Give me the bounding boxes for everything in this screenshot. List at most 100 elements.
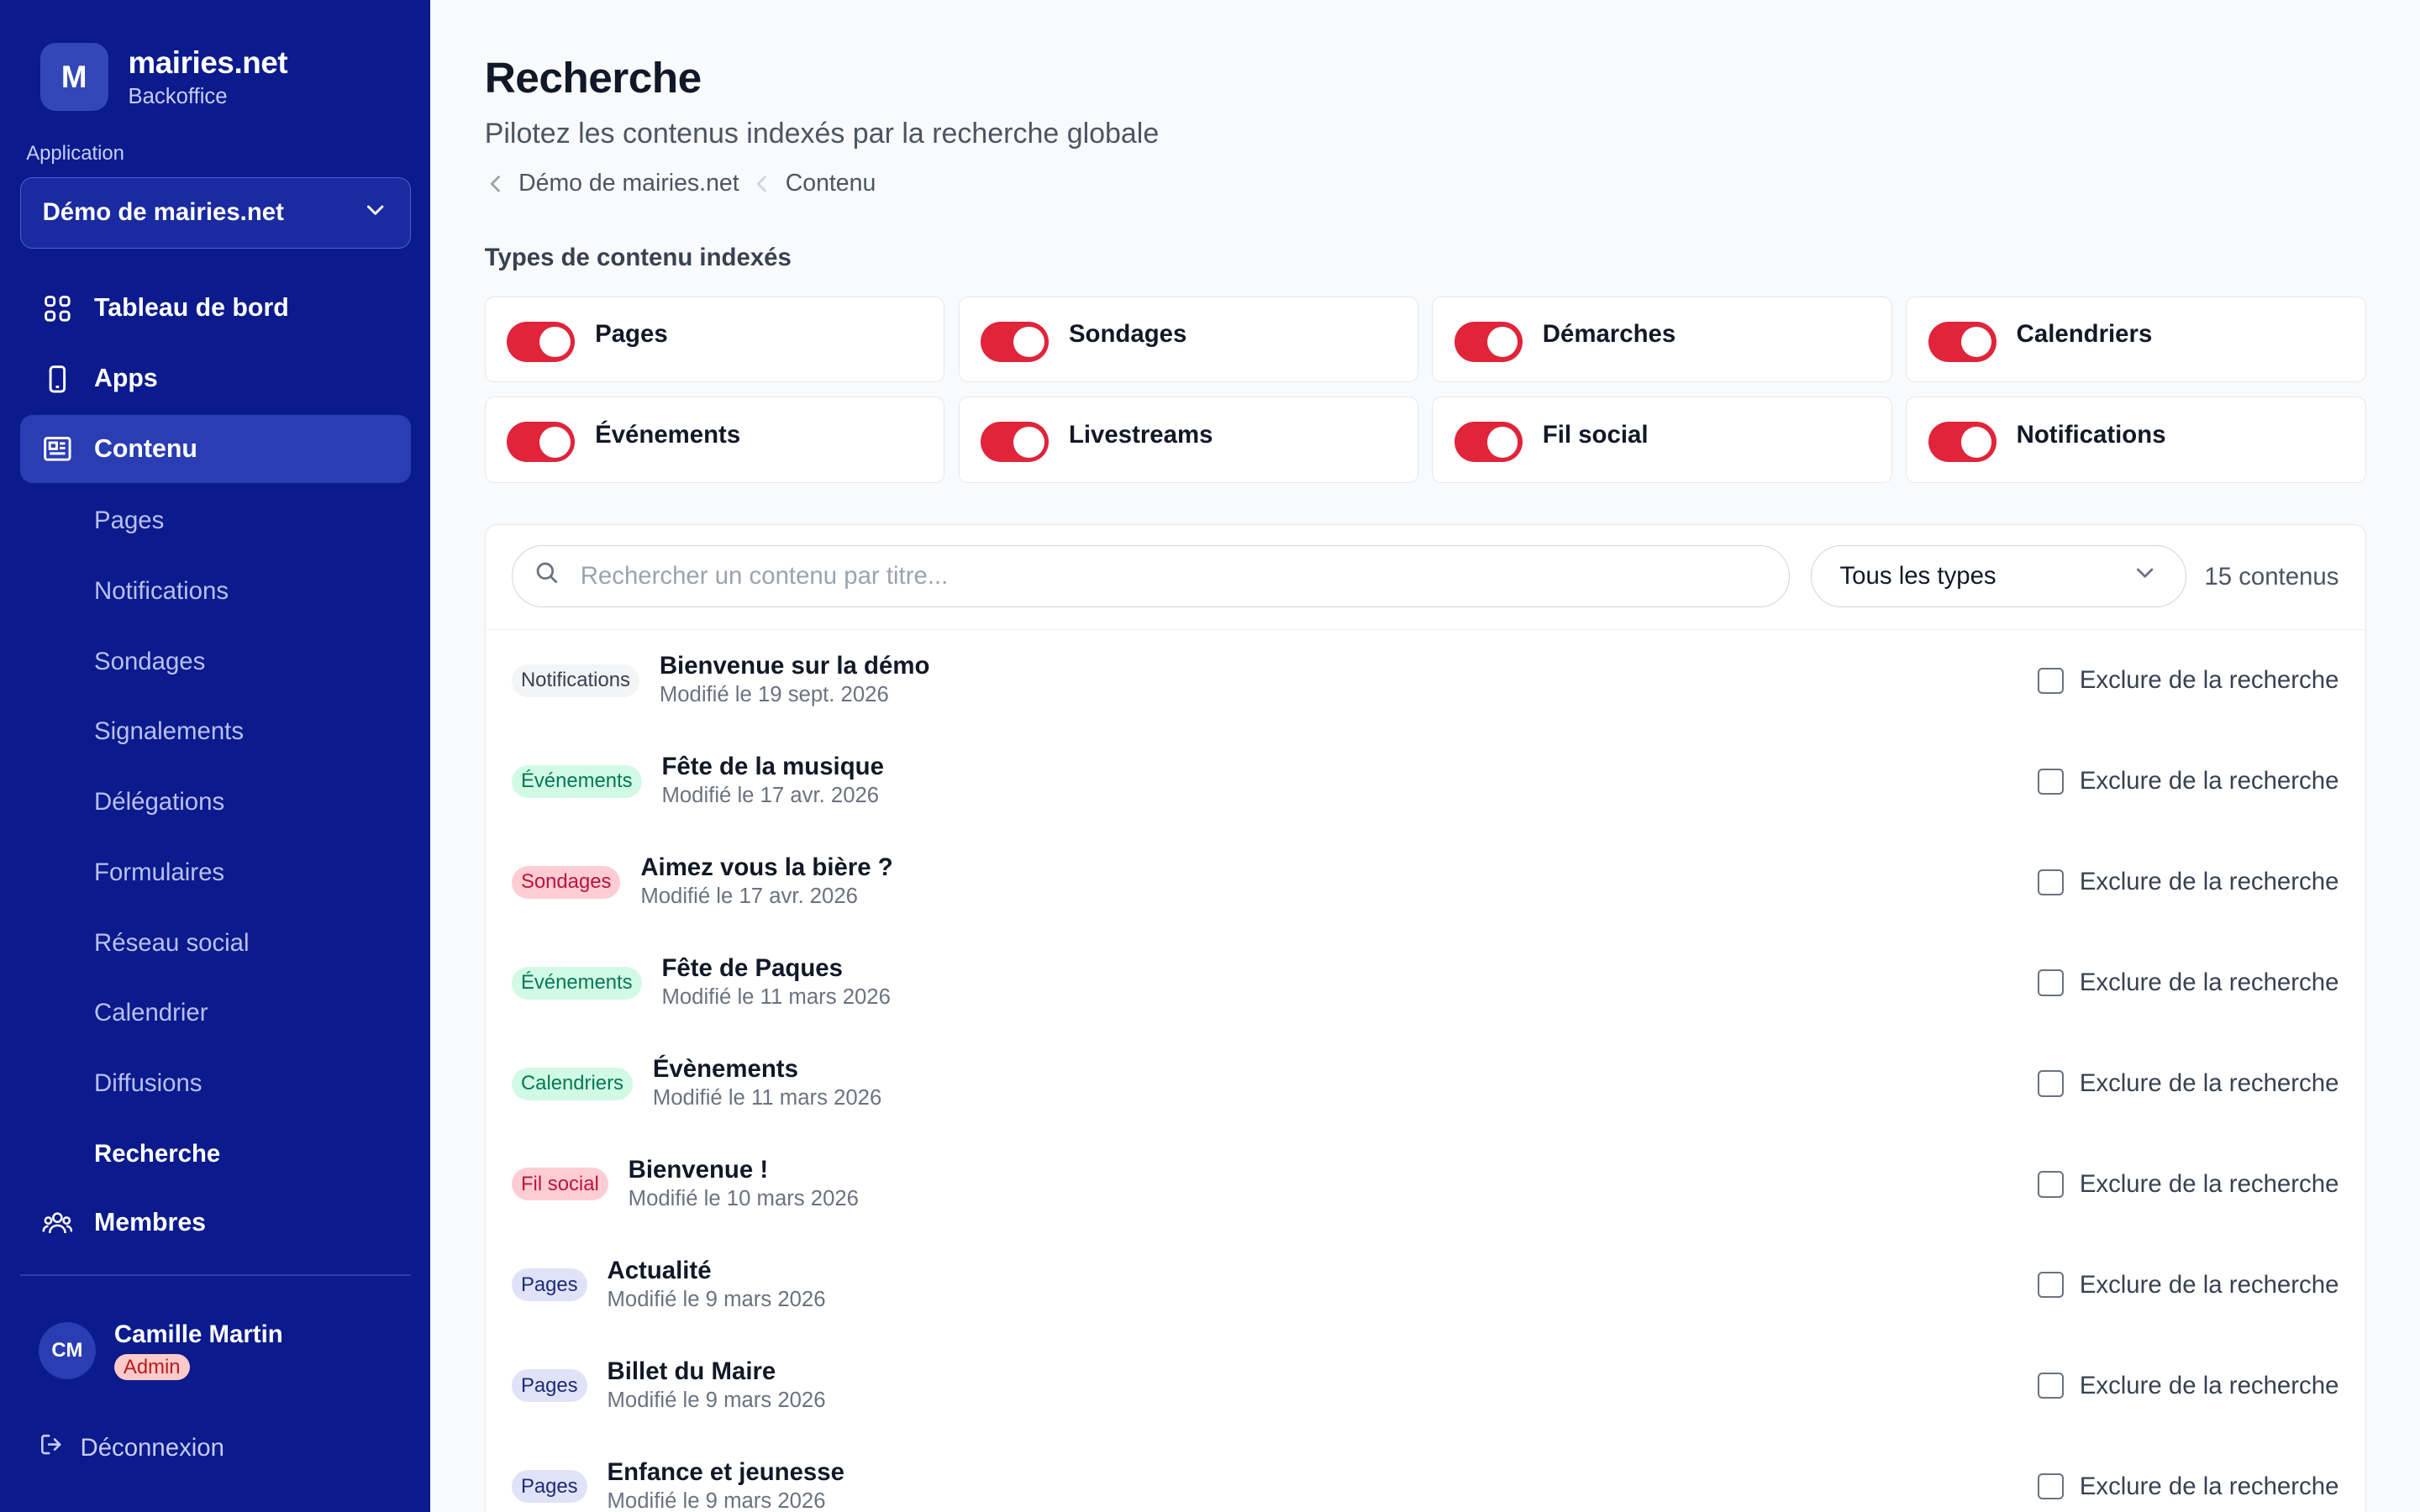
item-text: Billet du Maire Modifié le 9 mars 2026 bbox=[608, 1357, 826, 1415]
item-title[interactable]: Aimez vous la bière ? bbox=[640, 853, 892, 883]
content-type-label: Pages bbox=[595, 320, 668, 349]
exclude-toggle[interactable]: Exclure de la recherche bbox=[2038, 1372, 2338, 1400]
item-title[interactable]: Fête de la musique bbox=[661, 753, 883, 782]
user-name: Camille Martin bbox=[113, 1320, 283, 1349]
exclude-toggle[interactable]: Exclure de la recherche bbox=[2038, 666, 2338, 695]
results-count: 15 contenus bbox=[2204, 562, 2339, 591]
toggle-knob bbox=[539, 326, 571, 358]
brand-subtitle: Backoffice bbox=[128, 85, 228, 109]
subnav-item-signalements[interactable]: Signalements bbox=[20, 696, 411, 767]
item-title[interactable]: Évènements bbox=[653, 1055, 881, 1084]
exclude-checkbox[interactable] bbox=[2038, 1373, 2065, 1399]
list-item[interactable]: Calendriers Évènements Modifié le 11 mars … bbox=[486, 1033, 2365, 1134]
exclude-toggle[interactable]: Exclure de la recherche bbox=[2038, 767, 2338, 795]
exclude-checkbox[interactable] bbox=[2038, 1272, 2065, 1299]
application-select[interactable]: Démo de mairies.net bbox=[19, 177, 411, 249]
brand[interactable]: M mairies.net Backoffice bbox=[39, 43, 288, 112]
toggle-knob bbox=[1960, 426, 1992, 458]
content-type-toggle[interactable] bbox=[1928, 322, 1996, 362]
list-item[interactable]: Événements Fête de la musique Modifié le 1… bbox=[486, 731, 2365, 832]
item-date: Modifié le 9 mars 2026 bbox=[607, 1488, 826, 1512]
list-item[interactable]: Pages Enfance et jeunesse Modifié le 9 mar… bbox=[486, 1436, 2365, 1512]
user-profile[interactable]: CM Camille Martin Admin bbox=[38, 1320, 283, 1381]
breadcrumb-item-app[interactable]: Démo de mairies.net bbox=[518, 170, 739, 197]
newspaper-icon bbox=[42, 433, 73, 465]
exclude-toggle[interactable]: Exclure de la recherche bbox=[2038, 969, 2338, 997]
content-type-label: Sondages bbox=[1068, 320, 1187, 349]
content-type-toggle[interactable] bbox=[981, 422, 1050, 463]
content-type-card: Démarches bbox=[1432, 296, 1892, 383]
subnav-item-reseau-social[interactable]: Réseau social bbox=[20, 908, 411, 979]
chevron-down-icon bbox=[363, 197, 387, 228]
item-title[interactable]: Bienvenue ! bbox=[629, 1156, 859, 1185]
page-subtitle: Pilotez les contenus indexés par la rech… bbox=[484, 117, 1160, 150]
item-date: Modifié le 17 avr. 2026 bbox=[661, 784, 880, 808]
search-input[interactable]: Rechercher un contenu par titre... bbox=[511, 545, 1790, 607]
list-item[interactable]: Pages Actualité Modifié le 9 mars 2026 Excl… bbox=[486, 1235, 2365, 1336]
nav-item-members[interactable]: Membres bbox=[20, 1189, 411, 1257]
item-title[interactable]: Actualité bbox=[608, 1257, 826, 1286]
brand-name: mairies.net bbox=[128, 45, 288, 80]
nav-item-dashboard[interactable]: Tableau de bord bbox=[20, 275, 411, 343]
exclude-checkbox[interactable] bbox=[2038, 969, 2065, 996]
avatar: CM bbox=[38, 1321, 96, 1379]
item-title[interactable]: Enfance et jeunesse bbox=[608, 1458, 844, 1488]
item-title[interactable]: Fête de Paques bbox=[661, 954, 890, 984]
content-type-toggle[interactable] bbox=[507, 322, 576, 362]
exclude-checkbox[interactable] bbox=[2038, 1171, 2065, 1198]
subnav-item-calendrier[interactable]: Calendrier bbox=[20, 978, 411, 1048]
exclude-checkbox[interactable] bbox=[2038, 1473, 2065, 1500]
exclude-label: Exclure de la recherche bbox=[2079, 1069, 2339, 1097]
content-type-toggle[interactable] bbox=[1455, 422, 1523, 463]
content-type-card: Sondages bbox=[958, 296, 1418, 383]
exclude-checkbox[interactable] bbox=[2038, 768, 2065, 795]
content-type-card: Calendriers bbox=[1906, 296, 2366, 383]
content-type-toggle[interactable] bbox=[1928, 422, 1996, 463]
content-types-grid: Pages Sondages Démarches Calendriers Événeme… bbox=[484, 296, 2366, 483]
list-item[interactable]: Sondages Aimez vous la bière ? Modifié le … bbox=[486, 832, 2365, 932]
list-item[interactable]: Notifications Bienvenue sur la démo Modifi… bbox=[486, 630, 2365, 731]
subnav-item-recherche[interactable]: Recherche bbox=[20, 1119, 411, 1189]
nav-item-content[interactable]: Contenu bbox=[19, 415, 411, 484]
list-item[interactable]: Événements Fête de Paques Modifié le 11 ma… bbox=[486, 932, 2365, 1033]
logout-button[interactable]: Déconnexion bbox=[39, 1431, 224, 1464]
content-type-toggle[interactable] bbox=[981, 322, 1050, 362]
item-text: Aimez vous la bière ? Modifié le 17 avr. … bbox=[640, 853, 892, 911]
item-text: Fête de Paques Modifié le 11 mars 2026 bbox=[661, 954, 890, 1011]
content-type-toggle[interactable] bbox=[1455, 322, 1523, 362]
list-item[interactable]: Pages Billet du Maire Modifié le 9 mars 20… bbox=[486, 1336, 2365, 1436]
toggle-knob bbox=[1486, 426, 1518, 458]
item-text: Fête de la musique Modifié le 17 avr. 202… bbox=[661, 753, 883, 810]
item-text: Enfance et jeunesse Modifié le 9 mars 202… bbox=[608, 1458, 844, 1512]
exclude-checkbox[interactable] bbox=[2038, 1070, 2065, 1097]
content-type-label: Événements bbox=[595, 420, 741, 449]
subnav-item-sondages[interactable]: Sondages bbox=[20, 627, 411, 697]
subnav-item-delegations[interactable]: Délégations bbox=[20, 767, 411, 837]
item-text: Bienvenue ! Modifié le 10 mars 2026 bbox=[629, 1156, 859, 1213]
exclude-toggle[interactable]: Exclure de la recherche bbox=[2038, 1271, 2338, 1299]
exclude-toggle[interactable]: Exclure de la recherche bbox=[2038, 1170, 2338, 1199]
list-item[interactable]: Fil social Bienvenue ! Modifié le 10 mars … bbox=[486, 1134, 2365, 1235]
item-date: Modifié le 9 mars 2026 bbox=[607, 1287, 826, 1311]
item-title[interactable]: Bienvenue sur la démo bbox=[660, 652, 930, 681]
subnav-item-notifications[interactable]: Notifications bbox=[20, 556, 411, 627]
exclude-checkbox[interactable] bbox=[2038, 869, 2065, 895]
content-type-toggle[interactable] bbox=[507, 422, 576, 463]
item-title[interactable]: Billet du Maire bbox=[608, 1357, 826, 1387]
exclude-toggle[interactable]: Exclure de la recherche bbox=[2038, 1069, 2338, 1098]
subnav-item-formulaires[interactable]: Formulaires bbox=[20, 837, 411, 908]
users-icon bbox=[41, 1208, 73, 1239]
toggle-knob bbox=[1960, 326, 1992, 358]
nav-item-apps[interactable]: Apps bbox=[20, 345, 411, 413]
subnav-item-pages[interactable]: Pages bbox=[20, 486, 411, 556]
exclude-label: Exclure de la recherche bbox=[2079, 1371, 2339, 1399]
type-filter-value: Tous les types bbox=[1839, 562, 1996, 591]
brand-logo: M bbox=[39, 43, 108, 112]
type-filter-select[interactable]: Tous les types bbox=[1811, 545, 2186, 607]
subnav-item-diffusions[interactable]: Diffusions bbox=[20, 1048, 411, 1119]
exclude-toggle[interactable]: Exclure de la recherche bbox=[2038, 868, 2338, 896]
content-list: Notifications Bienvenue sur la démo Modifi… bbox=[486, 630, 2365, 1512]
exclude-checkbox[interactable] bbox=[2038, 667, 2065, 694]
breadcrumb-item-content[interactable]: Contenu bbox=[786, 170, 876, 197]
exclude-toggle[interactable]: Exclure de la recherche bbox=[2038, 1473, 2338, 1501]
